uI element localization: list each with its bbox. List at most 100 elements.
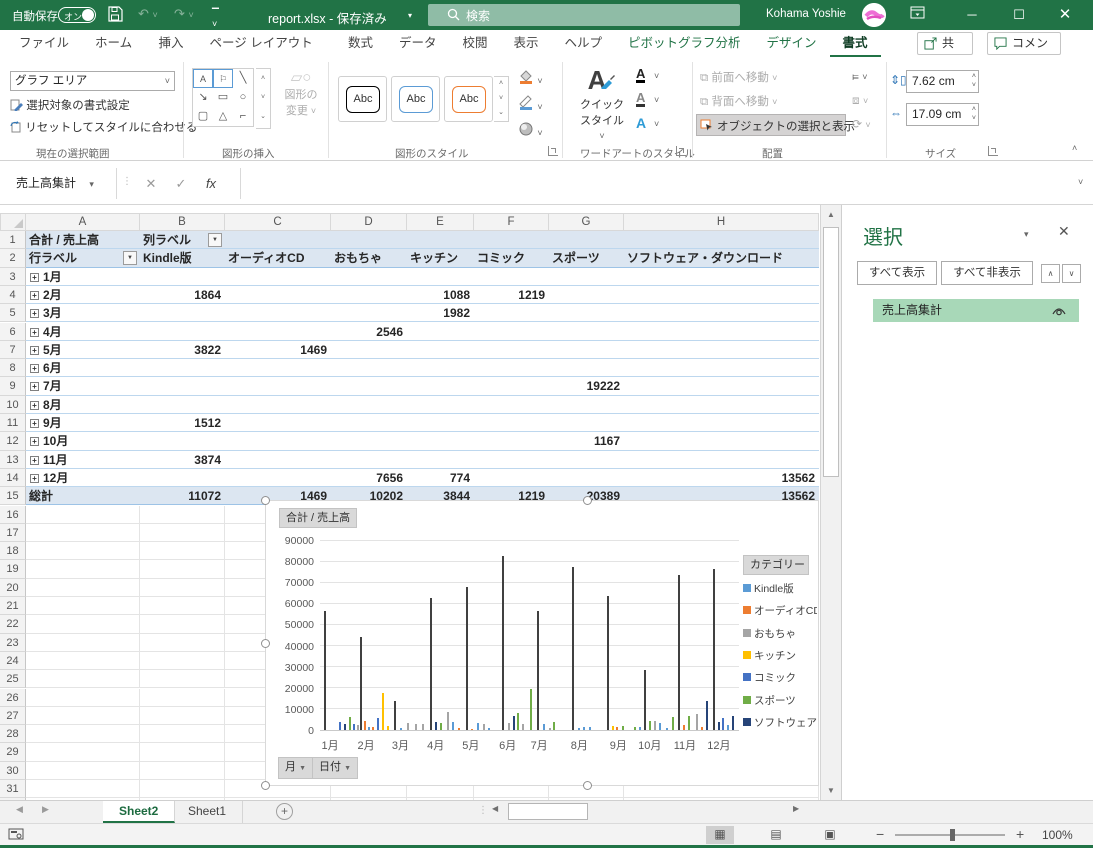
row-header-17[interactable]: 17: [0, 524, 26, 542]
cell[interactable]: [140, 725, 225, 742]
row-header-19[interactable]: 19: [0, 560, 26, 578]
text-outline-dropdown[interactable]: ˅: [654, 95, 659, 105]
legend-item[interactable]: コミック: [743, 670, 796, 685]
sheet-tab-sheet2[interactable]: Sheet2: [103, 801, 175, 823]
minimize-button[interactable]: ─: [955, 0, 989, 30]
ribbon-tab-3[interactable]: ページ レイアウト: [197, 30, 326, 57]
elbow-shape-icon[interactable]: ⌐: [233, 107, 253, 126]
cell[interactable]: +9月: [26, 414, 140, 431]
vertical-scroll-thumb[interactable]: [823, 227, 839, 477]
collapse-ribbon-icon[interactable]: ˄: [1072, 143, 1077, 153]
cell[interactable]: [140, 506, 225, 523]
column-header-H[interactable]: H: [624, 213, 819, 231]
cell[interactable]: 19222: [549, 377, 624, 394]
triangle-shape-icon[interactable]: △: [213, 107, 233, 126]
hide-all-button[interactable]: すべて非表示: [941, 261, 1033, 285]
month-field-button[interactable]: 月 ▼: [278, 757, 313, 779]
row-header-15[interactable]: 15: [0, 487, 26, 505]
cell[interactable]: 774: [407, 469, 474, 486]
cell[interactable]: [26, 670, 140, 687]
pivot-table-row-1[interactable]: 合計 / 売上高列ラベル▼: [26, 231, 819, 249]
row-header-13[interactable]: 13: [0, 451, 26, 469]
date-field-button[interactable]: 日付 ▼: [312, 757, 358, 779]
cell[interactable]: 7656: [331, 469, 407, 486]
cell[interactable]: おもちゃ: [331, 249, 407, 266]
normal-view-button[interactable]: ▦: [706, 826, 734, 844]
cell[interactable]: ソフトウェア・ダウンロード: [624, 249, 819, 266]
pane-dropdown-icon[interactable]: ▾: [1024, 229, 1029, 240]
cell[interactable]: [26, 615, 140, 632]
shape-outline-button[interactable]: ˅: [518, 95, 543, 113]
ribbon-tab-1[interactable]: ホーム: [82, 30, 145, 57]
cell[interactable]: +8月: [26, 396, 140, 413]
rectangle-shape-icon[interactable]: ▭: [213, 88, 233, 107]
cell[interactable]: [26, 597, 140, 614]
cell[interactable]: +11月: [26, 451, 140, 468]
change-shape-button[interactable]: ▱○ 図形の 変更 ˅: [280, 68, 322, 118]
undo-icon[interactable]: ↶ ˅: [138, 6, 158, 22]
expand-group-button[interactable]: +: [30, 382, 39, 391]
expand-group-button[interactable]: +: [30, 328, 39, 337]
ribbon-tab-6[interactable]: 校閲: [450, 30, 501, 57]
cell[interactable]: [140, 780, 225, 797]
chart-resize-handle[interactable]: [583, 496, 592, 505]
expand-group-button[interactable]: +: [30, 437, 39, 446]
user-name[interactable]: Kohama Yoshie: [766, 8, 846, 20]
cell[interactable]: +10月: [26, 432, 140, 449]
legend-field-button[interactable]: カテゴリー: [743, 555, 809, 575]
column-header-C[interactable]: C: [225, 213, 331, 231]
pivot-table-row-9[interactable]: +7月19222: [26, 377, 819, 395]
row-header-30[interactable]: 30: [0, 762, 26, 780]
row-header-6[interactable]: 6: [0, 323, 26, 341]
name-box[interactable]: 売上高集計 ▾: [8, 170, 108, 197]
cell[interactable]: 1088: [407, 286, 474, 303]
pivot-table-row-4[interactable]: +2月186410881219: [26, 286, 819, 304]
cell[interactable]: [140, 634, 225, 651]
textbox-shape-icon[interactable]: A: [193, 69, 213, 88]
cell[interactable]: [26, 762, 140, 779]
pivot-table-row-12[interactable]: +10月1167: [26, 432, 819, 450]
pivot-table-row-2[interactable]: 行ラベル▼Kindle版オーディオCDおもちゃキッチンコミックスポーツソフトウェ…: [26, 249, 819, 267]
ribbon-tab-7[interactable]: 表示: [501, 30, 552, 57]
arrow-shape-icon[interactable]: ↘: [193, 88, 213, 107]
cell[interactable]: [140, 670, 225, 687]
row-header-5[interactable]: 5: [0, 304, 26, 322]
column-header-B[interactable]: B: [140, 213, 225, 231]
scroll-up-arrow[interactable]: ▲: [821, 210, 841, 219]
cell[interactable]: 1982: [407, 304, 474, 321]
row-labels-filter-button[interactable]: ▼: [123, 251, 137, 265]
row-header-26[interactable]: 26: [0, 689, 26, 707]
row-header-11[interactable]: 11: [0, 414, 26, 432]
cell[interactable]: [140, 762, 225, 779]
oval-shape-icon[interactable]: ○: [233, 88, 253, 107]
ribbon-tab-2[interactable]: 挿入: [146, 30, 197, 57]
cell[interactable]: +4月: [26, 323, 140, 340]
row-header-29[interactable]: 29: [0, 743, 26, 761]
close-button[interactable]: ✕: [1048, 0, 1082, 30]
accessibility-status-icon[interactable]: [8, 828, 24, 841]
expand-group-button[interactable]: +: [30, 309, 39, 318]
zoom-in-button[interactable]: +: [1016, 826, 1024, 842]
cell[interactable]: [140, 689, 225, 706]
expand-group-button[interactable]: +: [30, 419, 39, 428]
chart-resize-handle[interactable]: [583, 781, 592, 790]
ribbon-tab-5[interactable]: データ: [386, 30, 450, 57]
text-fill-button[interactable]: A: [636, 67, 645, 83]
cell[interactable]: キッチン: [407, 249, 474, 266]
shape-style-2[interactable]: Abc: [391, 76, 440, 122]
cell[interactable]: [140, 615, 225, 632]
ribbon-tab-10[interactable]: デザイン: [754, 30, 830, 57]
cancel-formula-icon[interactable]: ✕: [138, 170, 164, 197]
text-fill-dropdown[interactable]: ˅: [654, 71, 659, 81]
pivot-table-row-3[interactable]: +1月: [26, 268, 819, 286]
legend-item[interactable]: Kindle版: [743, 581, 794, 596]
row-header-27[interactable]: 27: [0, 707, 26, 725]
shape-fill-button[interactable]: ˅: [518, 69, 543, 87]
search-box[interactable]: 検索: [428, 4, 740, 26]
horizontal-scroll-thumb[interactable]: [508, 803, 588, 820]
expand-group-button[interactable]: +: [30, 456, 39, 465]
cell[interactable]: 3822: [140, 341, 225, 358]
send-backward-arrow[interactable]: ∨: [1062, 264, 1081, 283]
row-header-20[interactable]: 20: [0, 579, 26, 597]
cell[interactable]: +1月: [26, 268, 140, 285]
